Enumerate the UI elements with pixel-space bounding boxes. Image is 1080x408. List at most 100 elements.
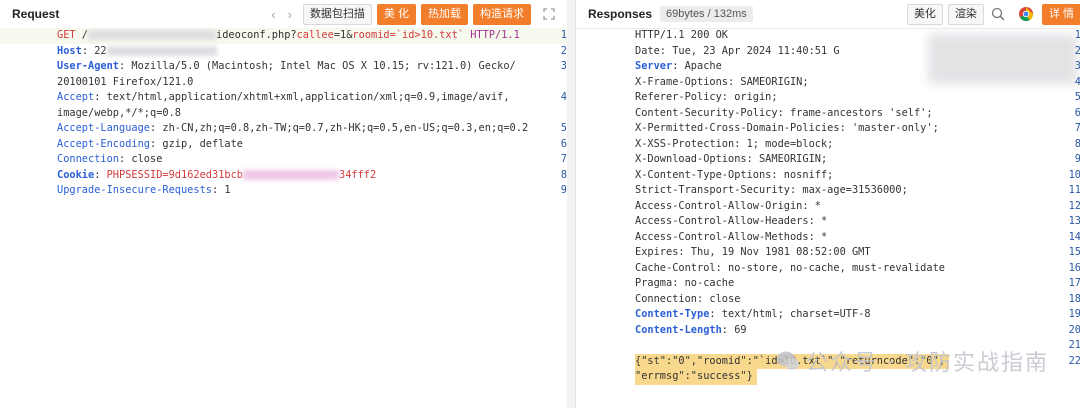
line-text: Accept: text/html,application/xhtml+xml,…	[57, 90, 510, 106]
line-text: X-Permitted-Cross-Domain-Policies: 'mast…	[635, 121, 939, 137]
code-line: 11 Strict-Transport-Security: max-age=315…	[576, 183, 1080, 199]
code-token: "errmsg":"success"}	[635, 370, 753, 382]
line-text: X-Frame-Options: SAMEORIGIN;	[635, 75, 809, 91]
expand-icon[interactable]	[541, 6, 557, 22]
nav-prev-icon[interactable]: ‹	[271, 7, 275, 22]
code-token: X-Permitted-Cross-Domain-Policies: 'mast…	[635, 122, 939, 134]
line-text: Referer-Policy: origin;	[635, 90, 778, 106]
code-token: : close	[119, 153, 163, 165]
code-token: X-XSS-Protection: 1; mode=block;	[635, 137, 834, 150]
code-line: 6 Accept-Encoding: gzip, deflate	[0, 137, 567, 153]
code-line: 8 X-XSS-Protection: 1; mode=block;	[576, 137, 1080, 153]
code-token: Date: Tue, 23 Apr 2024 11:40:51 G	[635, 44, 840, 57]
line-text: Access-Control-Allow-Methods: *	[635, 230, 827, 246]
line-number: 5	[560, 122, 567, 134]
line-number: 16	[1068, 261, 1080, 274]
request-header: Request ‹ › 数据包扫描 美 化 热加载 构造请求	[0, 0, 567, 29]
code-token: 34fff2	[339, 168, 377, 181]
code-token: ideoconf.php?	[216, 29, 297, 41]
search-icon[interactable]	[990, 6, 1006, 22]
code-line: 13 Access-Control-Allow-Headers: *	[576, 214, 1080, 230]
line-text: Server: Apache	[635, 59, 722, 75]
line-number: 2	[1074, 44, 1080, 57]
code-line: 4 X-Frame-Options: SAMEORIGIN;	[576, 75, 1080, 91]
line-text: User-Agent: Mozilla/5.0 (Macintosh; Inte…	[57, 59, 516, 75]
build-request-button[interactable]: 构造请求	[473, 3, 531, 25]
code-token: Access-Control-Allow-Methods: *	[635, 230, 828, 243]
request-editor[interactable]: 1 GET / ideoconf.php?callee=1&roomid=`id>1…	[0, 28, 567, 199]
code-line: 16 Cache-Control: no-store, no-cache, mus…	[576, 261, 1080, 277]
beautify-button[interactable]: 美 化	[376, 3, 416, 25]
line-number: 9	[1074, 153, 1080, 165]
code-token: Referer-Policy: origin;	[635, 91, 778, 103]
line-text: Accept-Encoding: gzip, deflate	[57, 137, 243, 153]
line-number: 4	[560, 91, 567, 103]
line-number: 22	[1068, 354, 1080, 367]
code-line: 1 HTTP/1.1 200 OK	[576, 28, 1080, 44]
response-panel: Responses 69bytes / 132ms 美化 渲染 详 情 1 HTT…	[575, 0, 1080, 408]
line-text: Connection: close	[635, 292, 740, 308]
code-token: GET	[57, 29, 76, 41]
line-text: X-Download-Options: SAMEORIGIN;	[635, 152, 827, 168]
line-text: Accept-Language: zh-CN,zh;q=0.8,zh-TW;q=…	[57, 121, 528, 137]
wechat-icon	[777, 351, 800, 370]
code-line: 18 Connection: close	[576, 292, 1080, 308]
code-line: 5 Accept-Language: zh-CN,zh;q=0.8,zh-TW;q…	[0, 121, 567, 137]
code-token: HTTP/1.1	[470, 29, 520, 41]
code-line: 19 Content-Type: text/html; charset=UTF-8	[576, 307, 1080, 323]
line-number: 15	[1068, 246, 1080, 258]
line-number: 2	[560, 44, 567, 57]
code-token: Content-Security-Policy: frame-ancestors…	[635, 106, 933, 119]
code-line: 17 Pragma: no-cache	[576, 276, 1080, 292]
code-line: 10 X-Content-Type-Options: nosniff;	[576, 168, 1080, 184]
line-number: 10	[1068, 168, 1080, 181]
code-token: /	[75, 29, 89, 41]
redacted-text	[106, 45, 217, 56]
code-token: PHPSESSID=9d162ed31bcb	[106, 168, 243, 181]
line-text: image/webp,*/*;q=0.8	[57, 106, 181, 122]
response-editor[interactable]: 1 HTTP/1.1 200 OK 2 Date: Tue, 23 Apr 2024 …	[576, 28, 1080, 385]
line-text: Connection: close	[57, 152, 162, 168]
watermark-text: 公众号 · 攻防实战指南	[806, 351, 1049, 376]
code-token: Accept-Language	[57, 122, 150, 134]
code-line: 14 Access-Control-Allow-Methods: *	[576, 230, 1080, 246]
line-number: 12	[1068, 199, 1080, 212]
hot-load-button[interactable]: 热加载	[421, 3, 468, 25]
line-number: 3	[1074, 60, 1080, 72]
line-number: 8	[560, 168, 567, 181]
line-text: Access-Control-Allow-Headers: *	[635, 214, 827, 230]
code-token: Host	[57, 44, 82, 57]
code-line: 6 Content-Security-Policy: frame-ancestor…	[576, 106, 1080, 122]
code-line: 20100101 Firefox/121.0	[0, 75, 567, 91]
line-text: Access-Control-Allow-Origin: *	[635, 199, 821, 215]
code-line: 8 Cookie: PHPSESSID=9d162ed31bcb 34fff2	[0, 168, 567, 184]
panel-divider[interactable]	[567, 0, 575, 408]
line-text: Cache-Control: no-store, no-cache, must-…	[635, 261, 945, 277]
line-number: 1	[1074, 29, 1080, 41]
code-token: Pragma: no-cache	[635, 277, 735, 289]
response-beautify-button[interactable]: 美化	[906, 3, 943, 25]
line-text: Pragma: no-cache	[635, 276, 734, 292]
chrome-icon[interactable]	[1018, 6, 1034, 22]
code-token: : Apache	[672, 60, 722, 72]
line-number: 6	[560, 137, 567, 150]
line-number: 21	[1068, 339, 1080, 351]
code-token: :	[94, 168, 107, 181]
code-token: : Mozilla/5.0 (Macintosh; Intel Mac OS X…	[119, 60, 516, 72]
line-number: 18	[1068, 292, 1080, 305]
size-time-badge: 69bytes / 132ms	[660, 6, 753, 22]
packet-scan-button[interactable]: 数据包扫描	[302, 3, 372, 25]
detail-button[interactable]: 详 情	[1041, 3, 1080, 25]
nav-next-icon[interactable]: ›	[288, 7, 292, 22]
code-token: Content-Length	[635, 323, 722, 336]
code-line: 1 GET / ideoconf.php?callee=1&roomid=`id>1…	[0, 28, 567, 44]
watermark: 公众号 · 攻防实战指南	[776, 345, 1049, 377]
code-token: Access-Control-Allow-Origin: *	[635, 199, 821, 212]
render-button[interactable]: 渲染	[947, 3, 984, 25]
code-line: 9 X-Download-Options: SAMEORIGIN;	[576, 152, 1080, 168]
code-line: 5 Referer-Policy: origin;	[576, 90, 1080, 106]
line-text: X-Content-Type-Options: nosniff;	[635, 168, 833, 184]
code-token: X-Content-Type-Options: nosniff;	[635, 168, 834, 181]
line-text: Cookie: PHPSESSID=9d162ed31bcb 34fff2	[57, 168, 376, 184]
line-number: 19	[1068, 308, 1080, 320]
